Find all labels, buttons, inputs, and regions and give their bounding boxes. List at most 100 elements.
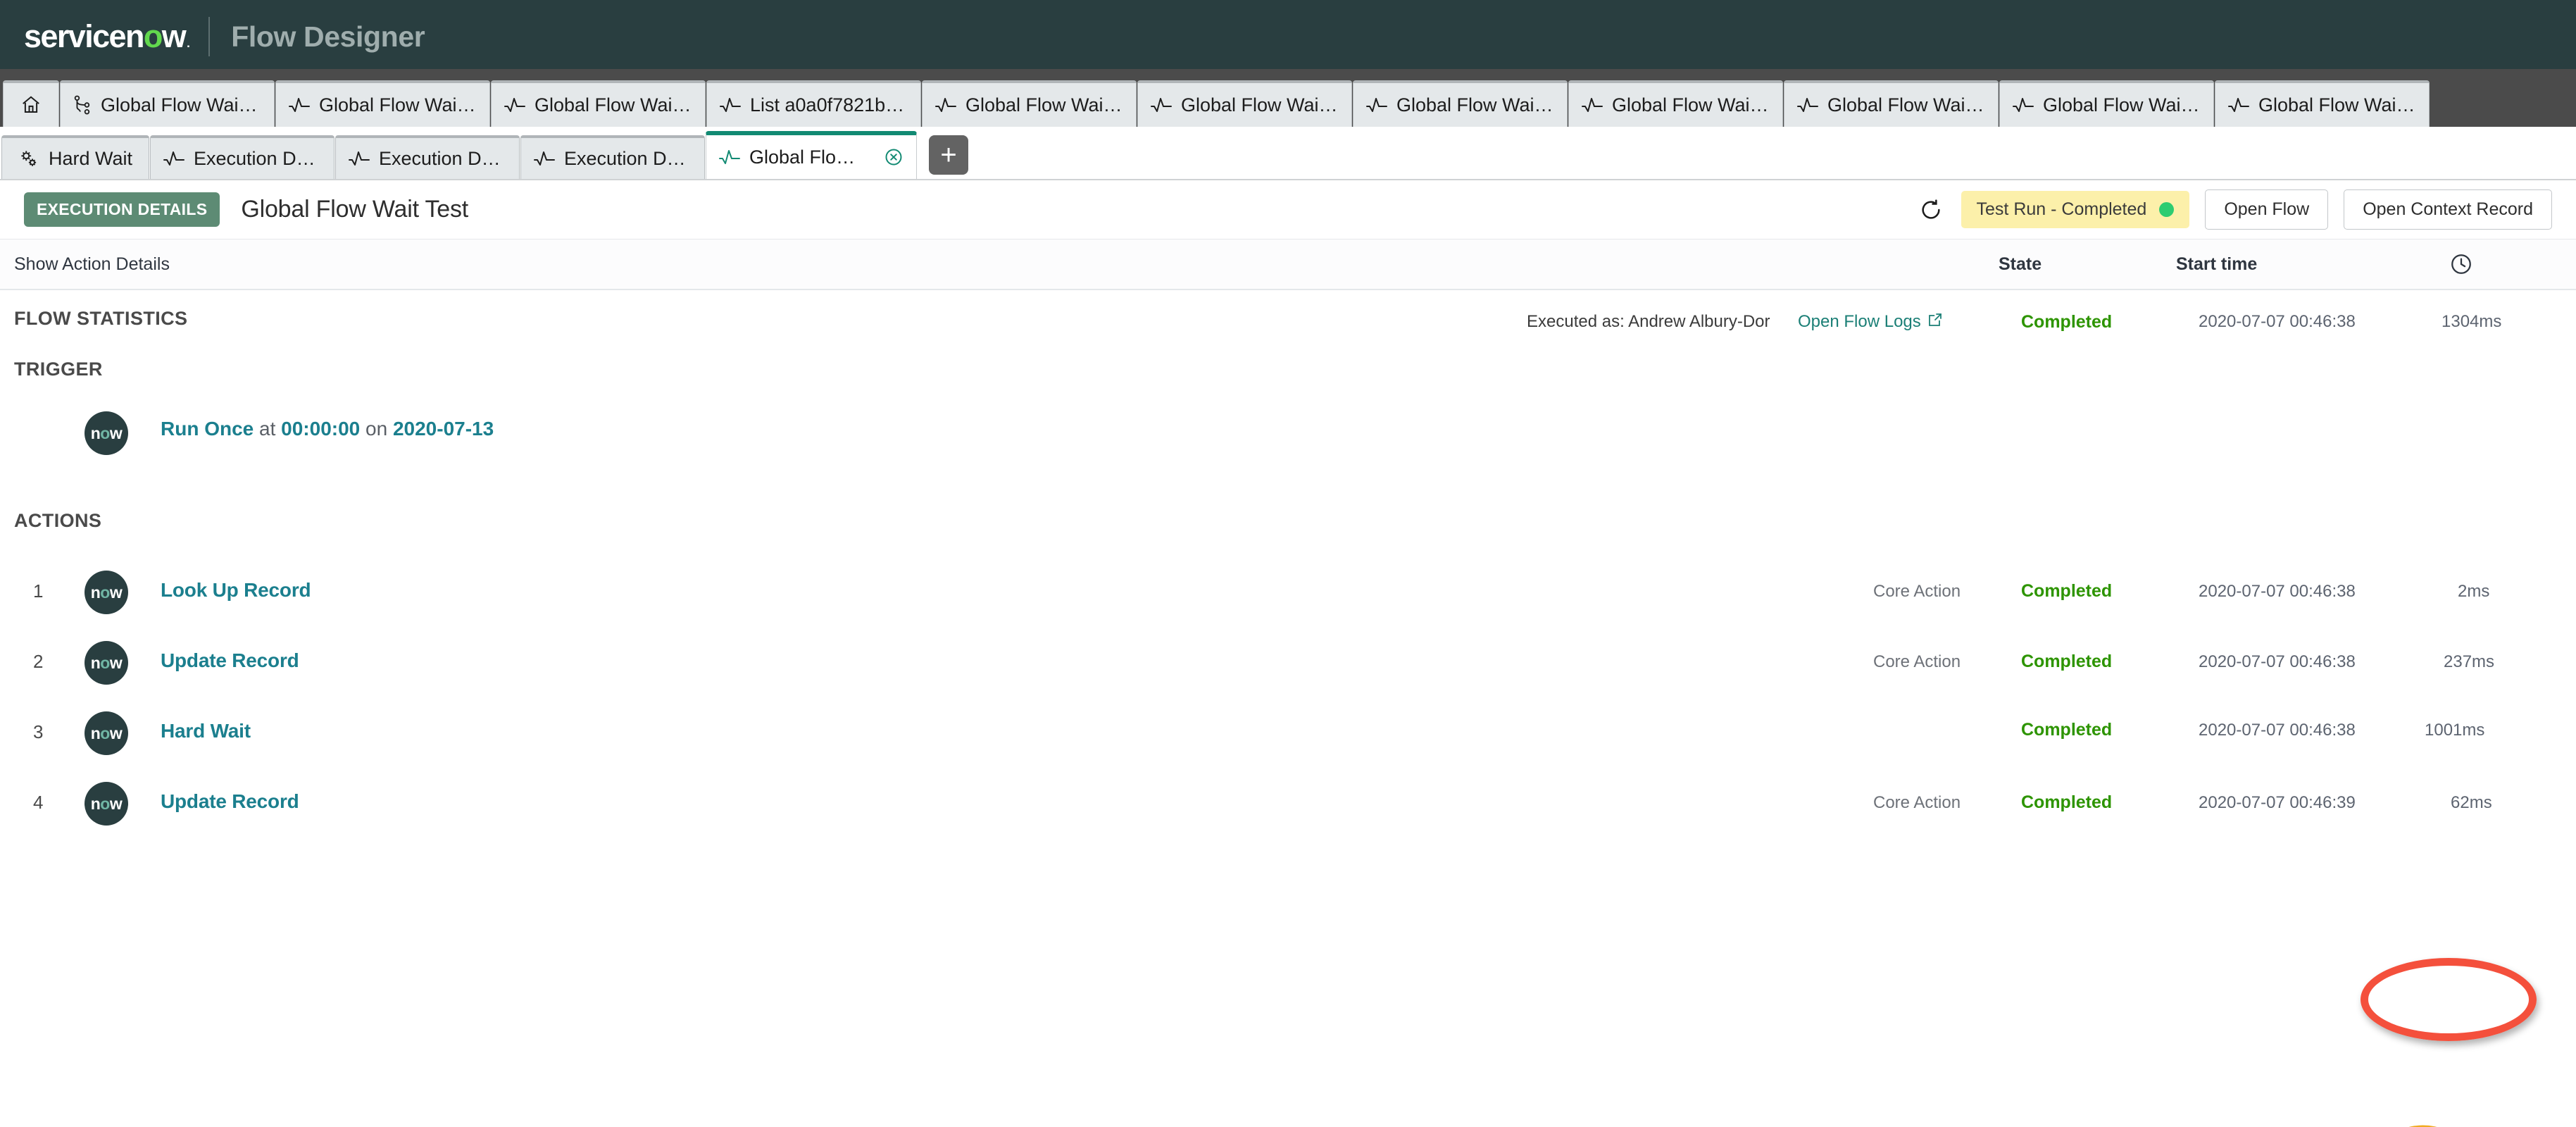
test-run-status-badge: Test Run - Completed <box>1961 191 2190 228</box>
open-context-record-button[interactable]: Open Context Record <box>2344 189 2552 230</box>
logo-trademark: . <box>187 37 190 50</box>
tab-row1-6[interactable]: Global Flow Wai… <box>1137 80 1352 127</box>
now-badge-text-w: w <box>109 794 123 813</box>
action-name-link[interactable]: Update Record <box>161 649 299 672</box>
tab-strip-row-2: Hard Wait Execution Details Execution De… <box>0 127 2576 180</box>
pulse-icon <box>719 149 740 166</box>
tab-label: Global Flow Wai… <box>965 94 1123 116</box>
tab-row1-4[interactable]: List a0a0f7821b… <box>706 80 921 127</box>
trigger-date: 2020-07-13 <box>392 418 494 440</box>
now-badge-text-n: n <box>90 583 101 602</box>
trigger-at-word: at <box>259 418 276 440</box>
tab-label: Global Flow Wai… <box>1827 94 1984 116</box>
now-badge-text-o: o <box>100 423 110 442</box>
tab-strip-row-1: Global Flow Wai… Global Flow Wai… Global… <box>0 73 2576 127</box>
action-index: 4 <box>33 792 44 813</box>
gears-icon <box>18 148 39 169</box>
tab-execution-details-1[interactable]: Execution Details <box>150 135 334 179</box>
tab-label: Execution Details <box>379 147 506 169</box>
flow-state-value: Completed <box>2021 311 2113 332</box>
tab-hard-wait[interactable]: Hard Wait <box>1 135 149 179</box>
action-state: Completed <box>2021 652 2113 671</box>
refresh-icon[interactable] <box>1916 195 1946 225</box>
now-badge-text-w: w <box>109 723 123 742</box>
tab-label: Hard Wait <box>48 147 133 169</box>
action-type: Core Action <box>1873 582 1961 601</box>
trigger-row: now Run Once at 00:00:00 on 2020-07-13 <box>0 406 2576 463</box>
action-duration: 1001ms <box>2425 721 2485 740</box>
logo-text-suffix: w <box>161 18 187 54</box>
now-logo-badge: now <box>85 782 128 826</box>
open-flow-logs-link[interactable]: Open Flow Logs <box>1798 311 1944 333</box>
column-header-row: Show Action Details State Start time <box>0 239 2576 290</box>
tab-label: Global Flow Wai… <box>1181 94 1338 116</box>
clock-icon <box>2449 252 2473 276</box>
show-action-details-toggle[interactable]: Show Action Details <box>14 254 170 275</box>
pulse-icon <box>720 96 741 113</box>
trigger-description[interactable]: Run Once at 00:00:00 on 2020-07-13 <box>161 418 494 440</box>
home-icon <box>20 94 42 116</box>
tab-row1-3[interactable]: Global Flow Wai… <box>491 80 706 127</box>
status-dot-icon <box>2159 202 2175 217</box>
tab-execution-details-3[interactable]: Execution Details <box>520 135 705 179</box>
now-badge-text-w: w <box>109 583 123 602</box>
tab-row1-10[interactable]: Global Flow Wai… <box>1999 80 2214 127</box>
logo-text-prefix: servicen <box>24 18 144 54</box>
tab-row1-1[interactable]: Global Flow Wai… <box>60 80 275 127</box>
trigger-heading: TRIGGER <box>14 359 103 380</box>
pulse-icon <box>349 150 370 167</box>
now-badge-text-n: n <box>90 653 101 672</box>
action-index: 3 <box>33 721 44 742</box>
action-state: Completed <box>2021 581 2113 601</box>
page-toolbar: EXECUTION DETAILS Global Flow Wait Test … <box>0 180 2576 239</box>
now-badge-text-n: n <box>90 794 101 813</box>
pulse-icon <box>1797 96 1818 113</box>
pulse-icon <box>534 150 555 167</box>
now-badge-text-o: o <box>100 583 110 602</box>
pulse-icon <box>1151 96 1172 113</box>
close-icon[interactable] <box>884 147 904 167</box>
tab-row1-8[interactable]: Global Flow Wai… <box>1568 80 1783 127</box>
now-logo-badge: now <box>85 641 128 685</box>
action-index: 2 <box>33 651 44 672</box>
action-state: Completed <box>2021 720 2113 740</box>
pulse-icon <box>504 96 525 113</box>
tab-execution-details-2[interactable]: Execution Details <box>335 135 520 179</box>
pulse-icon <box>289 96 310 113</box>
now-badge-text-n: n <box>90 723 101 742</box>
tab-label: Global Flow Wai… <box>1396 94 1553 116</box>
action-name-link[interactable]: Look Up Record <box>161 579 311 602</box>
tab-row1-2[interactable]: Global Flow Wai… <box>275 80 490 127</box>
page-title: Global Flow Wait Test <box>241 196 469 223</box>
flow-statistics-row: Executed as: Andrew Albury-Dor Open Flow… <box>0 301 2576 343</box>
now-logo-badge: now <box>85 411 128 455</box>
flow-start-time-value: 2020-07-07 00:46:38 <box>2199 312 2356 331</box>
trigger-time: 00:00:00 <box>281 418 361 440</box>
trigger-name: Run Once <box>161 418 254 440</box>
action-type: Core Action <box>1873 652 1961 671</box>
now-badge-text-o: o <box>100 653 110 672</box>
tab-row1-7[interactable]: Global Flow Wai… <box>1353 80 1568 127</box>
tab-row1-5[interactable]: Global Flow Wai… <box>922 80 1137 127</box>
column-header-state: State <box>1999 254 2042 274</box>
action-start-time: 2020-07-07 00:46:38 <box>2199 652 2356 671</box>
add-tab-button[interactable]: + <box>929 135 968 175</box>
tab-home[interactable] <box>3 80 59 127</box>
action-name-link[interactable]: Update Record <box>161 790 299 813</box>
tab-label: Global Flow Wai… <box>1612 94 1769 116</box>
logo-o-glyph: o <box>143 18 163 54</box>
tab-label: Global Flow Wai… <box>749 146 866 168</box>
action-name-link[interactable]: Hard Wait <box>161 720 251 742</box>
smiley-face-icon <box>2408 1125 2437 1127</box>
tab-row1-9[interactable]: Global Flow Wai… <box>1784 80 1999 127</box>
open-flow-button[interactable]: Open Flow <box>2205 189 2329 230</box>
tab-row1-11[interactable]: Global Flow Wai… <box>2215 80 2430 127</box>
actions-heading: ACTIONS <box>14 510 102 531</box>
tab-label: Execution Details <box>194 147 321 169</box>
tab-label: Global Flow Wai… <box>319 94 476 116</box>
brand-bar: servicen o w. Flow Designer <box>0 0 2576 73</box>
tab-active-global-flow-wait[interactable]: Global Flow Wai… <box>706 131 917 179</box>
tab-label: Execution Details <box>564 147 692 169</box>
table-row: 3 now Hard Wait Completed 2020-07-07 00:… <box>0 706 2576 762</box>
trigger-on-word: on <box>365 418 388 440</box>
